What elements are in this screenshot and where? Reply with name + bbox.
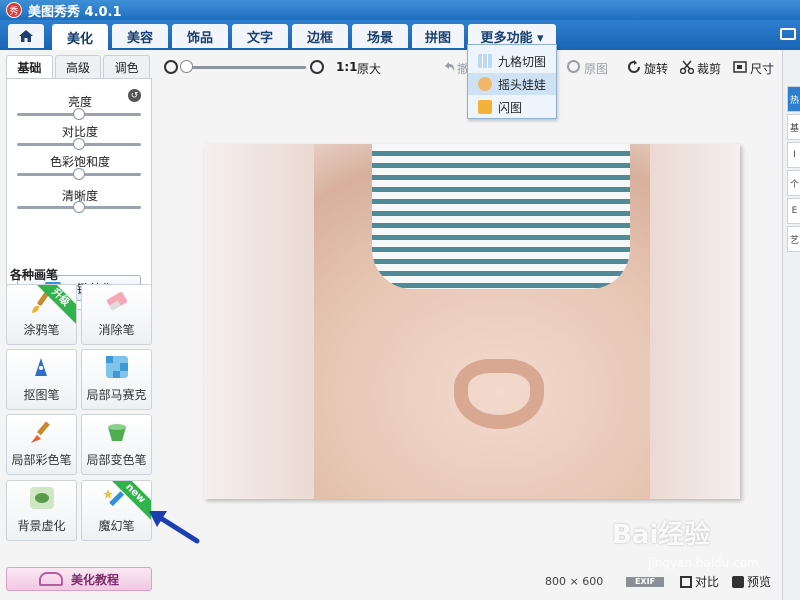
menu-item-bobblehead-label: 摇头娃娃 [498,77,547,92]
tab-beautify[interactable]: 美化 [52,24,108,50]
beautify-tutorial-label: 美化教程 [70,572,119,587]
compare-icon [680,575,692,588]
doll-face-icon [478,77,492,91]
subtab-color[interactable]: 调色 [103,55,151,79]
photo-arm-right [650,144,740,499]
size-label[interactable]: 尺寸 [750,60,774,77]
left-panel: 基础 高级 调色 ↺ 亮度 对比度 色彩饱和度 清晰度 一键美化 各种画笔 升级… [0,50,160,600]
preview-label: 预览 [747,575,772,589]
adjust-subtabs: 基础 高级 调色 [6,55,152,79]
graffiti-brush-label: 涂鸦笔 [23,323,60,337]
sharpness-slider-thumb[interactable] [73,201,85,213]
resize-icon[interactable] [733,60,747,74]
zoom-slider-thumb[interactable] [180,60,193,73]
local-recolor-brush-button[interactable]: 局部变色笔 [81,414,152,475]
tab-beauty[interactable]: 美容 [112,24,168,48]
photo-heart-hands [454,359,544,429]
home-button[interactable] [8,24,44,48]
local-color-brush-button[interactable]: 局部彩色笔 [6,414,77,475]
local-recolor-brush-label: 局部变色笔 [86,453,147,467]
background-blur-button[interactable]: 背景虚化 [6,480,77,541]
app-logo-icon: 秀 [6,2,22,18]
preview-icon [732,575,744,588]
title-bar: 秀 美图秀秀 4.0.1 [0,0,800,20]
zoom-slider[interactable] [184,66,306,69]
right-tab-hot[interactable]: 热 [787,86,800,112]
menu-item-flash-image[interactable]: 闪图 [468,96,556,118]
menu-item-flash-image-label: 闪图 [498,100,523,115]
menu-item-bobblehead[interactable]: 摇头娃娃 [468,73,556,95]
folder-icon[interactable] [780,28,796,40]
flash-image-icon [478,100,492,114]
contrast-slider-thumb[interactable] [73,138,85,150]
photo-striped-top [372,144,630,289]
mosaic-icon [105,356,128,378]
main-nav-bar: 美化 美容 饰品 文字 边框 场景 拼图 更多功能 ▾ [0,20,800,50]
home-icon [19,30,33,42]
original-image-label[interactable]: 原图 [584,60,608,77]
right-tab-e[interactable]: E [787,198,800,224]
photo-arm-left [204,144,314,499]
saturation-slider-thumb[interactable] [73,168,85,180]
subtab-advanced[interactable]: 高级 [54,55,102,79]
original-image-icon[interactable] [567,60,580,73]
magic-brush-button[interactable]: new 魔幻笔 [81,480,152,541]
tutorial-icon [38,572,63,586]
paint-brush-color-icon [30,421,50,443]
right-tab-lomo[interactable]: I [787,142,800,168]
menu-item-nine-grid[interactable]: 九格切图 [468,50,556,72]
exif-button[interactable]: EXIF [626,577,664,587]
background-blur-label: 背景虚化 [17,519,66,533]
tab-accessories[interactable]: 饰品 [172,24,228,48]
graffiti-brush-button[interactable]: 升级 涂鸦笔 [6,284,77,345]
actual-size-ratio[interactable]: 1:1 [336,60,358,74]
right-side-strip: 热 基 I 个 E 艺 [782,50,800,600]
eraser-brush-button[interactable]: 消除笔 [81,284,152,345]
rotate-icon[interactable] [627,60,641,74]
tab-collage[interactable]: 拼图 [412,24,464,48]
local-mosaic-button[interactable]: 局部马赛克 [81,349,152,410]
cutout-brush-label: 抠图笔 [23,388,60,402]
menu-item-nine-grid-label: 九格切图 [498,54,547,69]
tab-frame[interactable]: 边框 [292,24,348,48]
brightness-slider-thumb[interactable] [73,108,85,120]
compare-button[interactable]: 对比 [680,573,719,590]
subtab-basic[interactable]: 基础 [6,55,53,79]
eraser-icon [106,292,127,311]
blur-leaf-icon [29,487,54,509]
local-color-brush-label: 局部彩色笔 [11,453,72,467]
right-tab-basic[interactable]: 基 [787,114,800,140]
scissors-icon[interactable] [680,60,694,74]
tab-scene[interactable]: 场景 [352,24,408,48]
local-mosaic-label: 局部马赛克 [86,388,147,402]
right-tab-art[interactable]: 艺 [787,226,800,252]
baidu-watermark: Bai经验 [612,520,711,550]
cutout-brush-button[interactable]: 抠图笔 [6,349,77,410]
crop-label[interactable]: 裁剪 [697,60,721,77]
paint-bucket-icon [107,424,126,441]
zoom-in-icon[interactable] [310,60,324,74]
app-title: 美图秀秀 4.0.1 [28,4,122,20]
grid-icon [478,54,492,68]
eraser-brush-label: 消除笔 [98,323,135,337]
undo-icon[interactable] [442,60,456,74]
tab-text[interactable]: 文字 [232,24,288,48]
pen-tool-icon [34,358,47,376]
zoom-out-icon[interactable] [164,60,178,74]
right-tab-personal[interactable]: 个 [787,170,800,196]
preview-button[interactable]: 预览 [732,573,771,590]
original-size-label[interactable]: 原大 [357,60,381,77]
edited-photo[interactable] [204,144,740,499]
more-features-dropdown: 九格切图 摇头娃娃 闪图 [467,44,557,119]
brush-section-title: 各种画笔 [10,268,59,282]
compare-label: 对比 [695,575,720,589]
rotate-label[interactable]: 旋转 [644,60,668,77]
beautify-tutorial-button[interactable]: 美化教程 [6,567,152,591]
magic-brush-label: 魔幻笔 [98,519,135,533]
baidu-watermark-url: jingyan.baidu.com [648,556,759,570]
annotation-arrow-icon [149,511,200,544]
image-size-readout: 800 × 600 [545,575,604,588]
